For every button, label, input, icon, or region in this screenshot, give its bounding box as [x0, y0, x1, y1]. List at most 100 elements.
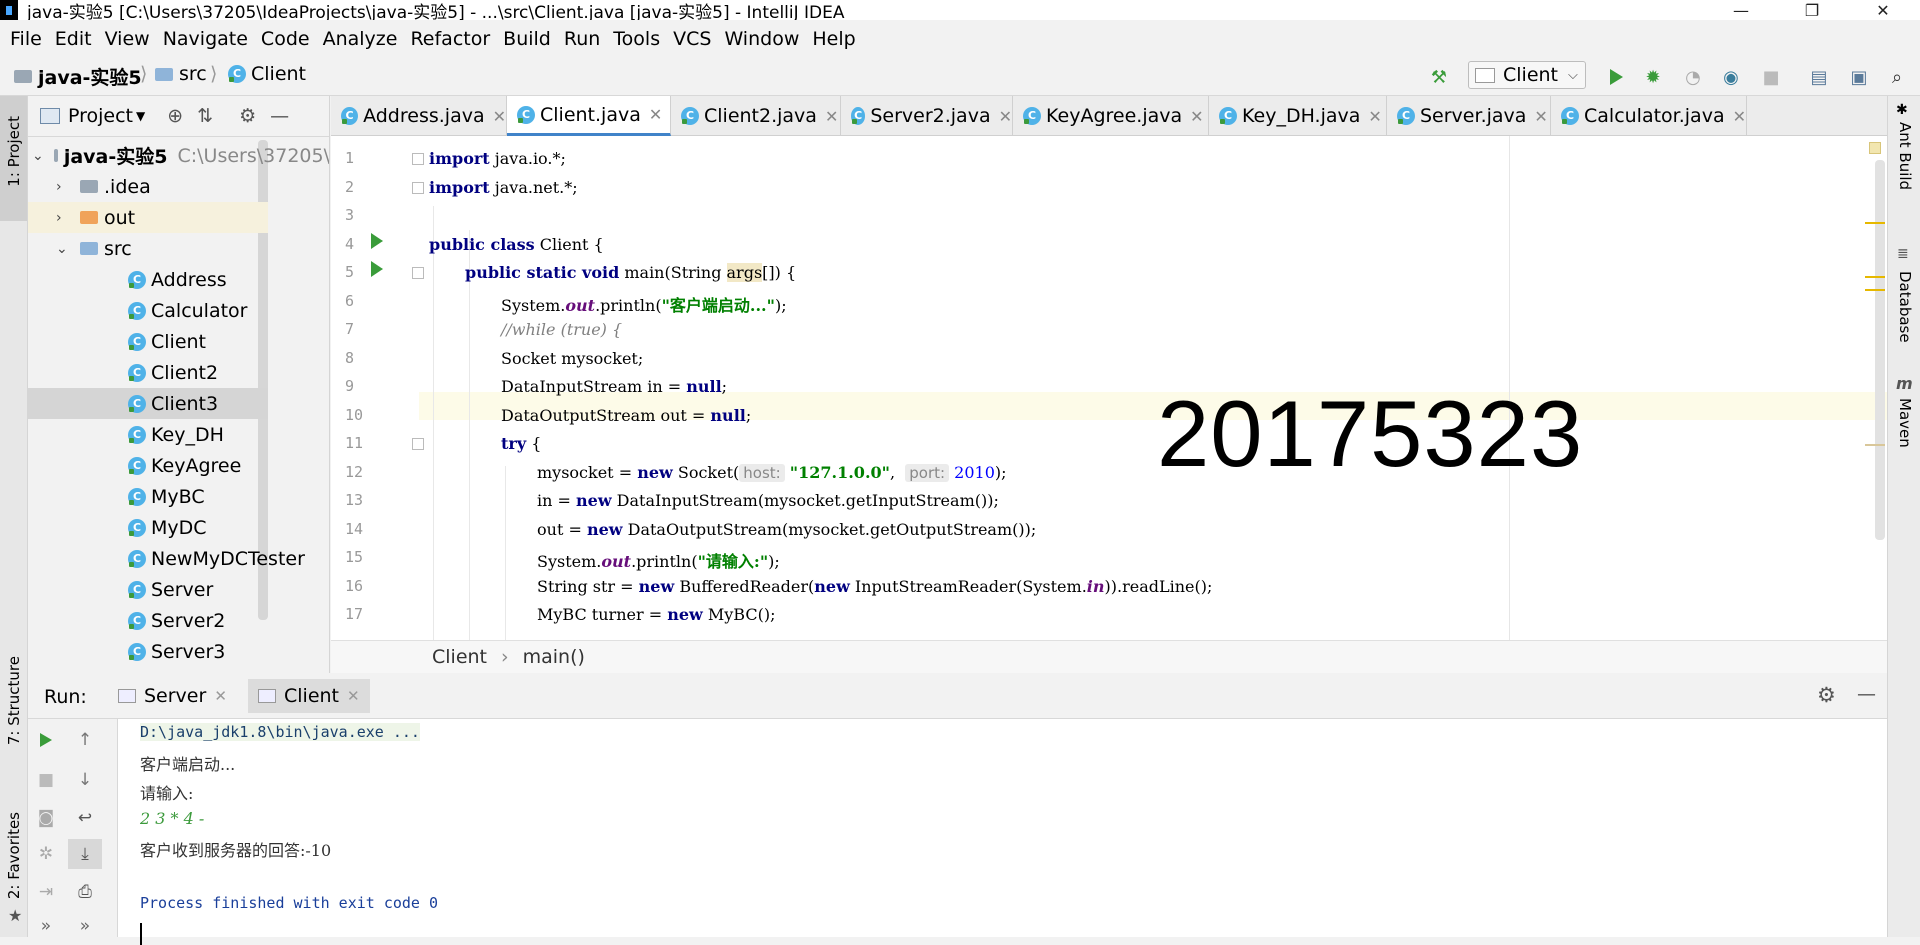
- menu-analyze[interactable]: Analyze: [323, 28, 398, 50]
- locate-icon[interactable]: ⊕: [167, 105, 183, 127]
- error-stripe-marker[interactable]: [1865, 444, 1885, 446]
- breadcrumb-method[interactable]: main(): [523, 646, 585, 668]
- tab-server2[interactable]: C Server2.java ✕: [841, 96, 1013, 136]
- close-icon[interactable]: ✕: [1733, 107, 1746, 126]
- stop-icon[interactable]: ■: [33, 767, 59, 793]
- favorites-tool-button[interactable]: 2: Favorites: [5, 812, 23, 899]
- debug-settings-icon[interactable]: ✲: [33, 841, 59, 867]
- error-stripe-marker[interactable]: [1865, 276, 1885, 278]
- close-icon[interactable]: ✕: [649, 105, 662, 124]
- close-icon[interactable]: ✕: [999, 107, 1012, 126]
- code-editor[interactable]: 1 2 3 4 5 6 7 8 9 10 11 12 13 14 15 16 1…: [331, 136, 1887, 640]
- menu-vcs[interactable]: VCS: [673, 28, 711, 50]
- more-icon[interactable]: »: [72, 913, 98, 939]
- chevron-right-icon[interactable]: ›: [56, 210, 72, 226]
- camera-icon[interactable]: ◙: [33, 805, 59, 831]
- structure-tool-button[interactable]: 7: Structure: [5, 656, 23, 745]
- menu-view[interactable]: View: [105, 28, 150, 50]
- project-structure-icon[interactable]: ▤: [1808, 66, 1830, 88]
- tree-item-class[interactable]: C Server: [128, 574, 213, 605]
- project-view-select[interactable]: Project: [68, 105, 133, 127]
- close-icon[interactable]: ✕: [493, 107, 506, 126]
- project-tool-button[interactable]: 1: Project: [5, 116, 23, 187]
- editor-scrollbar[interactable]: [1875, 160, 1885, 540]
- ant-build-tool-button[interactable]: Ant Build: [1896, 122, 1914, 190]
- console-output[interactable]: D:\java_jdk1.8\bin\java.exe ... 客户端启动...…: [140, 723, 438, 945]
- breadcrumb-src[interactable]: src: [155, 63, 207, 85]
- error-stripe-marker[interactable]: [1865, 222, 1885, 224]
- run-gutter-icon[interactable]: [371, 261, 383, 277]
- gear-icon[interactable]: ⚙: [239, 105, 256, 127]
- menu-code[interactable]: Code: [261, 28, 310, 50]
- tab-key-dh[interactable]: C Key_DH.java ✕: [1209, 96, 1387, 136]
- rerun-icon[interactable]: [33, 727, 59, 753]
- menu-build[interactable]: Build: [503, 28, 551, 50]
- inspection-status-icon[interactable]: [1869, 142, 1881, 154]
- menu-window[interactable]: Window: [724, 28, 799, 50]
- menu-navigate[interactable]: Navigate: [163, 28, 248, 50]
- fold-icon[interactable]: [412, 182, 424, 194]
- chevron-down-icon[interactable]: ⌄: [56, 241, 72, 257]
- tree-item-class-selected[interactable]: C Client3: [28, 388, 268, 419]
- tree-item-class[interactable]: C Client: [128, 326, 206, 357]
- minimize-button[interactable]: —: [1718, 0, 1764, 20]
- scroll-to-end-icon[interactable]: ⤓: [68, 839, 102, 869]
- fold-icon[interactable]: [412, 267, 424, 279]
- error-stripe-marker[interactable]: [1865, 289, 1885, 291]
- close-icon[interactable]: ✕: [214, 687, 227, 705]
- chevron-down-icon[interactable]: ⌄: [32, 148, 44, 164]
- tree-item-class[interactable]: C KeyAgree: [128, 450, 241, 481]
- tree-item-class[interactable]: C MyBC: [128, 481, 205, 512]
- tree-item-class[interactable]: C Server2: [128, 605, 225, 636]
- menu-refactor[interactable]: Refactor: [410, 28, 490, 50]
- maximize-button[interactable]: ❐: [1789, 0, 1835, 20]
- hide-panel-icon[interactable]: —: [1857, 683, 1876, 705]
- stop-icon[interactable]: ■: [1760, 66, 1782, 88]
- tree-item-out[interactable]: › out: [28, 202, 268, 233]
- tree-root[interactable]: ⌄ java-实验5 C:\Users\37205\: [28, 140, 329, 171]
- more-icon[interactable]: »: [33, 913, 59, 939]
- restore-layout-icon[interactable]: ⇥: [33, 879, 59, 905]
- menu-run[interactable]: Run: [564, 28, 600, 50]
- tab-server[interactable]: C Server.java ✕: [1387, 96, 1551, 136]
- close-icon[interactable]: ✕: [1534, 107, 1547, 126]
- terminal-icon[interactable]: ▣: [1848, 66, 1870, 88]
- tab-address[interactable]: C Address.java ✕: [331, 96, 507, 136]
- fold-icon[interactable]: [412, 153, 424, 165]
- tab-client[interactable]: C Client.java ✕: [507, 96, 671, 136]
- close-icon[interactable]: ✕: [1368, 107, 1381, 126]
- close-icon[interactable]: ✕: [1190, 107, 1203, 126]
- hide-panel-icon[interactable]: —: [270, 105, 289, 127]
- close-icon[interactable]: ✕: [825, 107, 838, 126]
- soft-wrap-icon[interactable]: ↩: [72, 805, 98, 831]
- tree-item-src[interactable]: ⌄ src: [28, 233, 268, 264]
- menu-file[interactable]: File: [10, 28, 42, 50]
- build-hammer-icon[interactable]: ⚒: [1428, 66, 1450, 88]
- menu-edit[interactable]: Edit: [55, 28, 92, 50]
- run-icon[interactable]: [1605, 66, 1627, 88]
- close-button[interactable]: ✕: [1860, 0, 1906, 20]
- chevron-down-icon[interactable]: ▼: [136, 109, 145, 123]
- chevron-right-icon[interactable]: ›: [56, 179, 72, 195]
- tab-client2[interactable]: C Client2.java ✕: [671, 96, 841, 136]
- tab-calculator[interactable]: C Calculator.java ✕: [1551, 96, 1747, 136]
- close-icon[interactable]: ✕: [347, 687, 360, 705]
- fold-icon[interactable]: [412, 438, 424, 450]
- down-arrow-icon[interactable]: ↓: [72, 767, 98, 793]
- run-tab-client[interactable]: Client ✕: [248, 679, 370, 713]
- tree-item-class[interactable]: C Address: [128, 264, 227, 295]
- tree-item-class[interactable]: C Calculator: [128, 295, 247, 326]
- maven-tool-button[interactable]: Maven: [1896, 398, 1914, 448]
- tab-keyagree[interactable]: C KeyAgree.java ✕: [1013, 96, 1209, 136]
- search-icon[interactable]: ⌕: [1886, 66, 1908, 88]
- database-tool-button[interactable]: Database: [1896, 271, 1914, 343]
- menu-help[interactable]: Help: [812, 28, 855, 50]
- run-with-coverage-icon[interactable]: ◔: [1682, 66, 1704, 88]
- breadcrumb-class[interactable]: Client: [432, 646, 487, 668]
- tree-item-class[interactable]: C Server3: [128, 636, 225, 667]
- run-tab-server[interactable]: Server ✕: [108, 679, 237, 713]
- tree-item-class[interactable]: C MyDC: [128, 512, 207, 543]
- breadcrumb-project[interactable]: java-实验5: [14, 63, 142, 90]
- gear-icon[interactable]: ⚙: [1817, 683, 1836, 707]
- profile-icon[interactable]: ◉: [1720, 66, 1742, 88]
